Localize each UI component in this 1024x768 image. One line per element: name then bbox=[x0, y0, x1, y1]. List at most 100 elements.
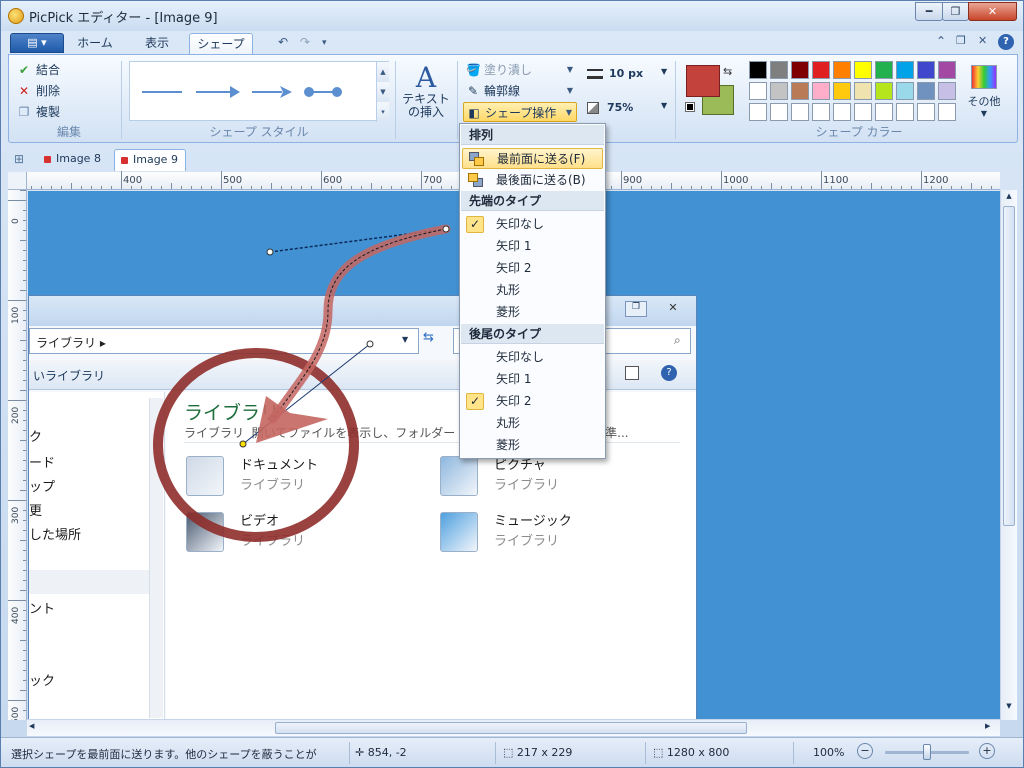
more-colors-button[interactable]: その他 ▼ bbox=[964, 65, 1004, 118]
color-swatch[interactable] bbox=[770, 82, 788, 100]
bring-to-front-item[interactable]: 最前面に送る(F) bbox=[462, 148, 603, 169]
minimize-button[interactable]: ━ bbox=[915, 2, 943, 21]
send-to-back-item[interactable]: 最後面に送る(B) bbox=[462, 170, 603, 191]
close-button[interactable]: ✕ bbox=[968, 2, 1017, 21]
horizontal-scrollbar[interactable]: ◀ ▶ bbox=[27, 719, 1000, 736]
menu-type-item[interactable]: 菱形 bbox=[462, 435, 603, 456]
color-swatch[interactable] bbox=[917, 103, 935, 121]
color-swatch[interactable] bbox=[875, 61, 893, 79]
color-swatch[interactable] bbox=[749, 61, 767, 79]
ruler-h-minor-tick bbox=[651, 186, 652, 189]
gallery-up-icon[interactable]: ▲ bbox=[376, 62, 389, 82]
ruler-v-minor-tick bbox=[20, 190, 26, 191]
color-swatch[interactable] bbox=[938, 82, 956, 100]
delete-button[interactable]: ✕ 削除 bbox=[17, 82, 60, 99]
ruler-v-minor-tick bbox=[23, 480, 26, 481]
color-swatch[interactable] bbox=[749, 103, 767, 121]
color-swatch[interactable] bbox=[770, 61, 788, 79]
ruler-h-minor-tick bbox=[681, 186, 682, 189]
tab-shape[interactable]: シェープ bbox=[189, 33, 253, 54]
color-swatch[interactable] bbox=[854, 82, 872, 100]
doc-close-icon[interactable]: ✕ bbox=[978, 34, 987, 47]
ruler-v-minor-tick bbox=[23, 700, 26, 701]
menu-type-item[interactable]: ✓ 矢印なし bbox=[462, 214, 603, 235]
scroll-down-icon[interactable]: ▼ bbox=[1003, 702, 1015, 714]
opacity-dropdown[interactable]: 75% ▼ bbox=[587, 101, 667, 114]
default-colors-icon[interactable] bbox=[685, 102, 695, 112]
maximize-button[interactable]: ❐ bbox=[942, 2, 969, 21]
doc-restore-icon[interactable]: ❐ bbox=[956, 34, 966, 47]
color-swatch[interactable] bbox=[917, 82, 935, 100]
primary-color-swatch[interactable] bbox=[686, 65, 720, 97]
color-swatch[interactable] bbox=[896, 82, 914, 100]
duplicate-button[interactable]: ❐ 複製 bbox=[17, 103, 60, 120]
color-swatch[interactable] bbox=[875, 82, 893, 100]
color-swatch[interactable] bbox=[875, 103, 893, 121]
color-swatch[interactable] bbox=[791, 103, 809, 121]
outline-button[interactable]: ✎ 輪郭線 ▼ bbox=[463, 81, 577, 101]
menu-type-item[interactable]: 丸形 bbox=[462, 280, 603, 301]
color-swatch[interactable] bbox=[896, 61, 914, 79]
gallery-expand-icon[interactable]: ▾ bbox=[376, 102, 389, 122]
scroll-right-icon[interactable]: ▶ bbox=[985, 722, 997, 734]
menu-type-item[interactable]: 矢印 1 bbox=[462, 369, 603, 390]
image-tab-9[interactable]: Image 9 bbox=[114, 149, 186, 171]
merge-button[interactable]: ✔ 結合 bbox=[17, 61, 60, 78]
ruler-h-minor-tick bbox=[711, 186, 712, 189]
menu-type-item[interactable]: 矢印なし bbox=[462, 347, 603, 368]
color-swatch[interactable] bbox=[770, 103, 788, 121]
color-swatch[interactable] bbox=[812, 82, 830, 100]
qat-customize-icon[interactable]: ▾ bbox=[322, 38, 327, 48]
menu-type-item[interactable]: 矢印 2 bbox=[462, 258, 603, 279]
vertical-scrollbar[interactable]: ▲ ▼ bbox=[1000, 190, 1017, 720]
tab-home[interactable]: ホーム bbox=[68, 33, 122, 54]
file-menu-button[interactable]: ▤ ▾ bbox=[10, 33, 64, 53]
color-swatch[interactable] bbox=[833, 103, 851, 121]
gallery-down-icon[interactable]: ▼ bbox=[376, 82, 389, 102]
redo-icon[interactable]: ↷ bbox=[300, 35, 310, 49]
color-swatch[interactable] bbox=[854, 103, 872, 121]
color-swatch[interactable] bbox=[812, 103, 830, 121]
color-swatch[interactable] bbox=[896, 103, 914, 121]
zoom-out-button[interactable]: − bbox=[857, 743, 873, 759]
text-insert-button[interactable]: A テキスト の挿入 bbox=[401, 63, 451, 123]
swap-colors-icon[interactable]: ⇆ bbox=[723, 65, 732, 78]
color-swatch[interactable] bbox=[938, 103, 956, 121]
shape-operation-button[interactable]: ◧ シェープ操作 ▼ bbox=[463, 102, 577, 122]
ruler-v-minor-tick bbox=[20, 690, 26, 691]
zoom-slider-thumb[interactable] bbox=[923, 744, 931, 760]
more-colors-label: その他 bbox=[967, 95, 1001, 108]
scroll-left-icon[interactable]: ◀ bbox=[29, 722, 41, 734]
zoom-in-button[interactable]: + bbox=[979, 743, 995, 759]
color-swatch[interactable] bbox=[938, 61, 956, 79]
horizontal-scroll-thumb[interactable] bbox=[275, 722, 747, 734]
help-icon[interactable]: ? bbox=[998, 34, 1014, 50]
fill-button[interactable]: 🪣 塗り潰し ▼ bbox=[463, 60, 577, 80]
menu-type-item[interactable]: 丸形 bbox=[462, 413, 603, 434]
picpick-app-icon[interactable] bbox=[8, 8, 24, 24]
color-swatch[interactable] bbox=[854, 61, 872, 79]
tab-grid-icon[interactable]: ⊞ bbox=[14, 152, 24, 166]
arrange-header: 排列 bbox=[461, 125, 604, 145]
color-swatch[interactable] bbox=[791, 82, 809, 100]
arrow-head-shape bbox=[256, 396, 328, 443]
image-tab-8[interactable]: Image 8 bbox=[38, 149, 110, 171]
menu-type-item[interactable]: 菱形 bbox=[462, 302, 603, 323]
menu-type-item[interactable]: ✓ 矢印 2 bbox=[462, 391, 603, 412]
shape-style-gallery[interactable]: ▲ ▼ ▾ bbox=[129, 61, 389, 122]
tab-view[interactable]: 表示 bbox=[130, 33, 184, 54]
color-swatch[interactable] bbox=[833, 82, 851, 100]
undo-icon[interactable]: ↶ bbox=[278, 35, 288, 49]
color-swatch[interactable] bbox=[812, 61, 830, 79]
line-width-dropdown[interactable]: 10 px ▼ bbox=[587, 67, 667, 80]
menu-type-item[interactable]: 矢印 1 bbox=[462, 236, 603, 257]
ribbon-minimize-icon[interactable]: ⌃ bbox=[936, 34, 946, 48]
color-swatch[interactable] bbox=[749, 82, 767, 100]
color-swatch[interactable] bbox=[833, 61, 851, 79]
color-swatch[interactable] bbox=[917, 61, 935, 79]
vertical-scroll-thumb[interactable] bbox=[1003, 206, 1015, 526]
ruler-v-minor-tick bbox=[23, 330, 26, 331]
color-swatch[interactable] bbox=[791, 61, 809, 79]
ruler-h-minor-tick bbox=[421, 183, 422, 189]
scroll-up-icon[interactable]: ▲ bbox=[1003, 192, 1015, 204]
